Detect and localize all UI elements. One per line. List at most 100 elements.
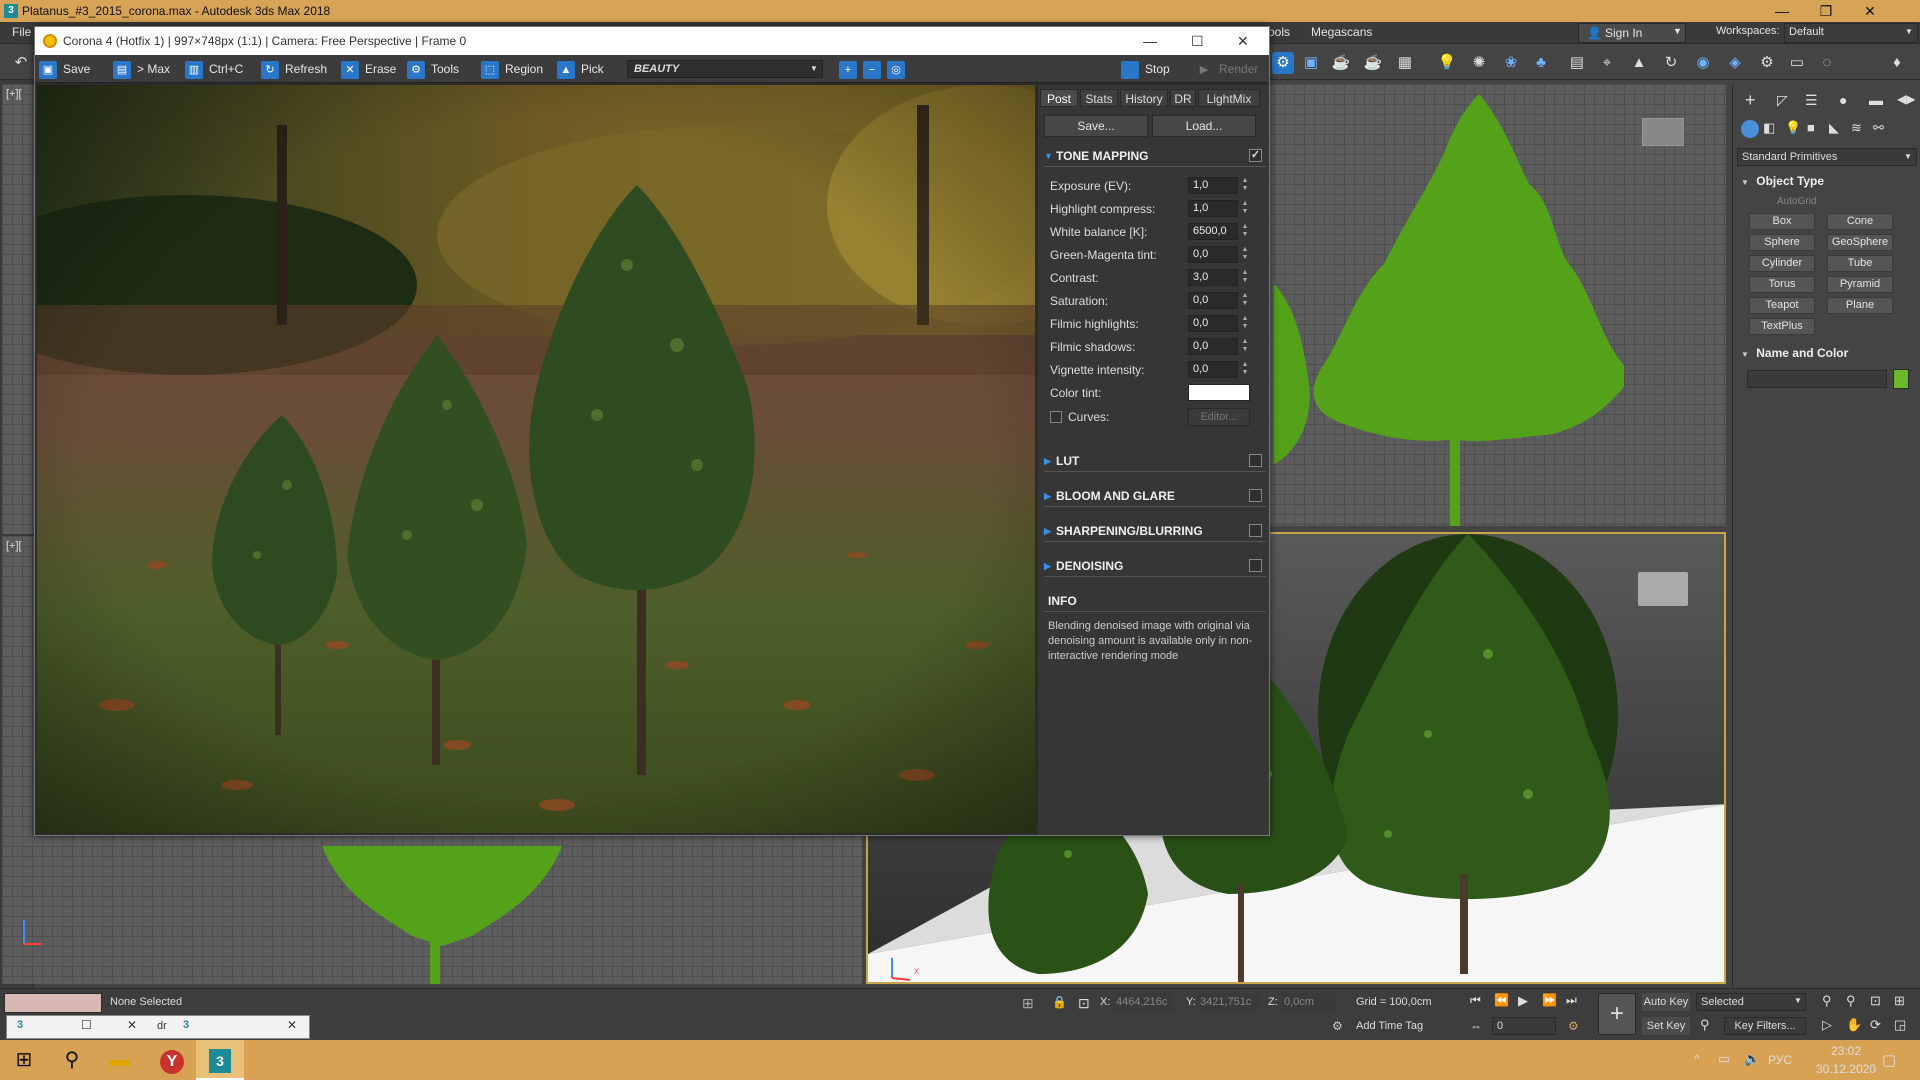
zoom-icon[interactable]: ⚲	[1822, 993, 1832, 1009]
tools-button[interactable]: ⚙ Tools	[407, 58, 459, 80]
save-preset-button[interactable]: Save...	[1044, 115, 1148, 137]
key-mode-icon[interactable]: ⚙	[1568, 1019, 1579, 1033]
object-type-section[interactable]: ▼ Object Type	[1741, 174, 1913, 194]
minimized-max-icon[interactable]: 3	[17, 1019, 23, 1031]
menu-megascans[interactable]: Megascans	[1311, 25, 1372, 39]
notifications-icon[interactable]: ▢	[1882, 1051, 1896, 1069]
lut-section[interactable]: ▶ LUT	[1044, 450, 1266, 472]
fov-icon[interactable]: ▷	[1822, 1017, 1832, 1033]
curves-editor-button[interactable]: Editor...	[1188, 408, 1250, 426]
load-preset-button[interactable]: Load...	[1152, 115, 1256, 137]
language-indicator[interactable]: РУС	[1768, 1053, 1792, 1067]
maxscript-listener[interactable]	[4, 993, 102, 1013]
tab-stats[interactable]: Stats	[1080, 89, 1118, 107]
corona-tools-icon[interactable]: ◈	[1724, 52, 1746, 74]
add-time-tag[interactable]: Add Time Tag	[1356, 1020, 1423, 1032]
selected-dropdown[interactable]: Selected	[1696, 993, 1806, 1011]
shapes-icon[interactable]: ◧	[1763, 120, 1775, 136]
corona-region-icon[interactable]: ▭	[1786, 52, 1808, 74]
spinner-icon[interactable]: ▲ ▼	[1240, 292, 1250, 309]
spinner-icon[interactable]: ▲ ▼	[1240, 361, 1250, 378]
undo-icon[interactable]: ↶	[10, 52, 32, 74]
pick-button[interactable]: ▲ Pick	[557, 58, 604, 80]
exposure-input[interactable]: 1,0	[1188, 177, 1238, 194]
torus-button[interactable]: Torus	[1749, 276, 1815, 293]
sharpening-checkbox[interactable]	[1249, 524, 1262, 537]
copy-button[interactable]: ▥ Ctrl+C	[185, 58, 243, 80]
refresh-button[interactable]: ↻ Refresh	[261, 58, 327, 80]
lights-icon[interactable]: 💡	[1785, 120, 1801, 136]
region-button[interactable]: ⬚ Region	[481, 58, 543, 80]
cylinder-button[interactable]: Cylinder	[1749, 255, 1815, 272]
pyramid-button[interactable]: Pyramid	[1827, 276, 1893, 293]
maximize-viewport-icon[interactable]: ◲	[1894, 1017, 1906, 1033]
corona-camera-icon[interactable]: ⌖	[1596, 52, 1618, 74]
helpers-icon[interactable]: ◣	[1829, 120, 1839, 136]
search-icon[interactable]: ⚲	[48, 1040, 96, 1080]
viewport-label-2[interactable]: [+][	[6, 540, 22, 552]
modify-tab-icon[interactable]: ◸	[1777, 92, 1788, 109]
scene-explorer-icon[interactable]: ▦	[1394, 52, 1416, 74]
auto-key-button[interactable]: Auto Key	[1642, 993, 1690, 1011]
bloom-glare-section[interactable]: ▶ BLOOM AND GLARE	[1044, 485, 1266, 507]
filmic-shadows-input[interactable]: 0,0	[1188, 338, 1238, 355]
corona-fb-icon[interactable]: ◉	[1692, 52, 1714, 74]
menu-file[interactable]: File	[12, 25, 31, 39]
name-color-section[interactable]: ▼ Name and Color	[1741, 346, 1913, 366]
spacewarps-icon[interactable]: ≋	[1851, 120, 1862, 136]
spinner-icon[interactable]: ▲ ▼	[1240, 177, 1250, 194]
max-app-icon[interactable]: 3	[4, 4, 18, 18]
viewcube-icon-persp[interactable]	[1638, 572, 1688, 606]
hierarchy-tab-icon[interactable]: ☰	[1805, 92, 1818, 109]
zoom-extents-icon[interactable]: ⊡	[1870, 993, 1881, 1009]
spinner-icon[interactable]: ▲ ▼	[1240, 223, 1250, 240]
time-tag-icon[interactable]: ⚙	[1332, 1019, 1343, 1033]
plane-button[interactable]: Plane	[1827, 297, 1893, 314]
teapot-button[interactable]: Teapot	[1749, 297, 1815, 314]
render-button[interactable]: ▶ Render	[1195, 58, 1259, 80]
yandex-browser-icon[interactable]: Y	[148, 1040, 196, 1080]
tab-history[interactable]: History	[1120, 89, 1168, 107]
tone-mapping-checkbox[interactable]: ✓	[1249, 149, 1262, 162]
geosphere-button[interactable]: GeoSphere	[1827, 234, 1893, 251]
viewcube-icon[interactable]	[1642, 118, 1684, 146]
corona-sun-icon[interactable]: ✺	[1468, 52, 1490, 74]
tab-dr[interactable]: DR	[1170, 89, 1196, 107]
key-filters-button[interactable]: Key Filters...	[1724, 1017, 1806, 1035]
close-icon[interactable]: ✕	[127, 1018, 137, 1032]
to-max-button[interactable]: ▤ > Max	[113, 58, 170, 80]
bloom-glare-checkbox[interactable]	[1249, 489, 1262, 502]
menu-tools[interactable]: ools	[1268, 25, 1290, 39]
minimized-max-icon-2[interactable]: 3	[183, 1019, 189, 1031]
zoom-extents-all-icon[interactable]: ⊞	[1894, 993, 1905, 1009]
white-balance-input[interactable]: 6500,0	[1188, 223, 1238, 240]
render-setup-icon[interactable]: ⚙	[1272, 52, 1294, 74]
key-filters-icon[interactable]: ⚲	[1700, 1017, 1710, 1033]
rendered-image[interactable]	[37, 85, 1035, 833]
filmic-highlights-input[interactable]: 0,0	[1188, 315, 1238, 332]
erase-button[interactable]: ✕ Erase	[341, 58, 396, 80]
prev-frame-icon[interactable]: ⏪	[1494, 993, 1509, 1007]
zoom-in-icon[interactable]: +	[839, 58, 859, 80]
display-tab-icon[interactable]: ▬	[1869, 92, 1883, 108]
converter-icon[interactable]: ▤	[1566, 52, 1588, 74]
corona-scatter-icon[interactable]: ❀	[1500, 52, 1522, 74]
green-magenta-input[interactable]: 0,0	[1188, 246, 1238, 263]
clock-time[interactable]: 23:02	[1818, 1044, 1874, 1058]
primitives-dropdown[interactable]: Standard Primitives ▼	[1737, 148, 1917, 166]
close-icon[interactable]: ✕	[1237, 27, 1249, 55]
sign-in-dropdown[interactable]: 👤 Sign In ▼	[1578, 23, 1686, 43]
tray-chevron-icon[interactable]: ^	[1694, 1052, 1700, 1066]
close-icon[interactable]: ✕	[287, 1018, 297, 1032]
go-end-icon[interactable]: ⏭	[1566, 993, 1577, 1008]
corona-lightmix-icon[interactable]: ▲	[1628, 52, 1650, 74]
save-button[interactable]: ▣ Save	[39, 58, 90, 80]
pan-icon[interactable]: ✋	[1846, 1017, 1862, 1033]
set-key-big-button[interactable]: +	[1598, 993, 1636, 1035]
lut-checkbox[interactable]	[1249, 454, 1262, 467]
corona-interactive-icon[interactable]: ⚙	[1756, 52, 1778, 74]
3dsmax-taskbar-icon[interactable]: 3	[196, 1040, 244, 1080]
rendered-frame-icon[interactable]: ▣	[1300, 52, 1322, 74]
spinner-icon[interactable]: ▲ ▼	[1240, 269, 1250, 286]
box-button[interactable]: Box	[1749, 213, 1815, 230]
